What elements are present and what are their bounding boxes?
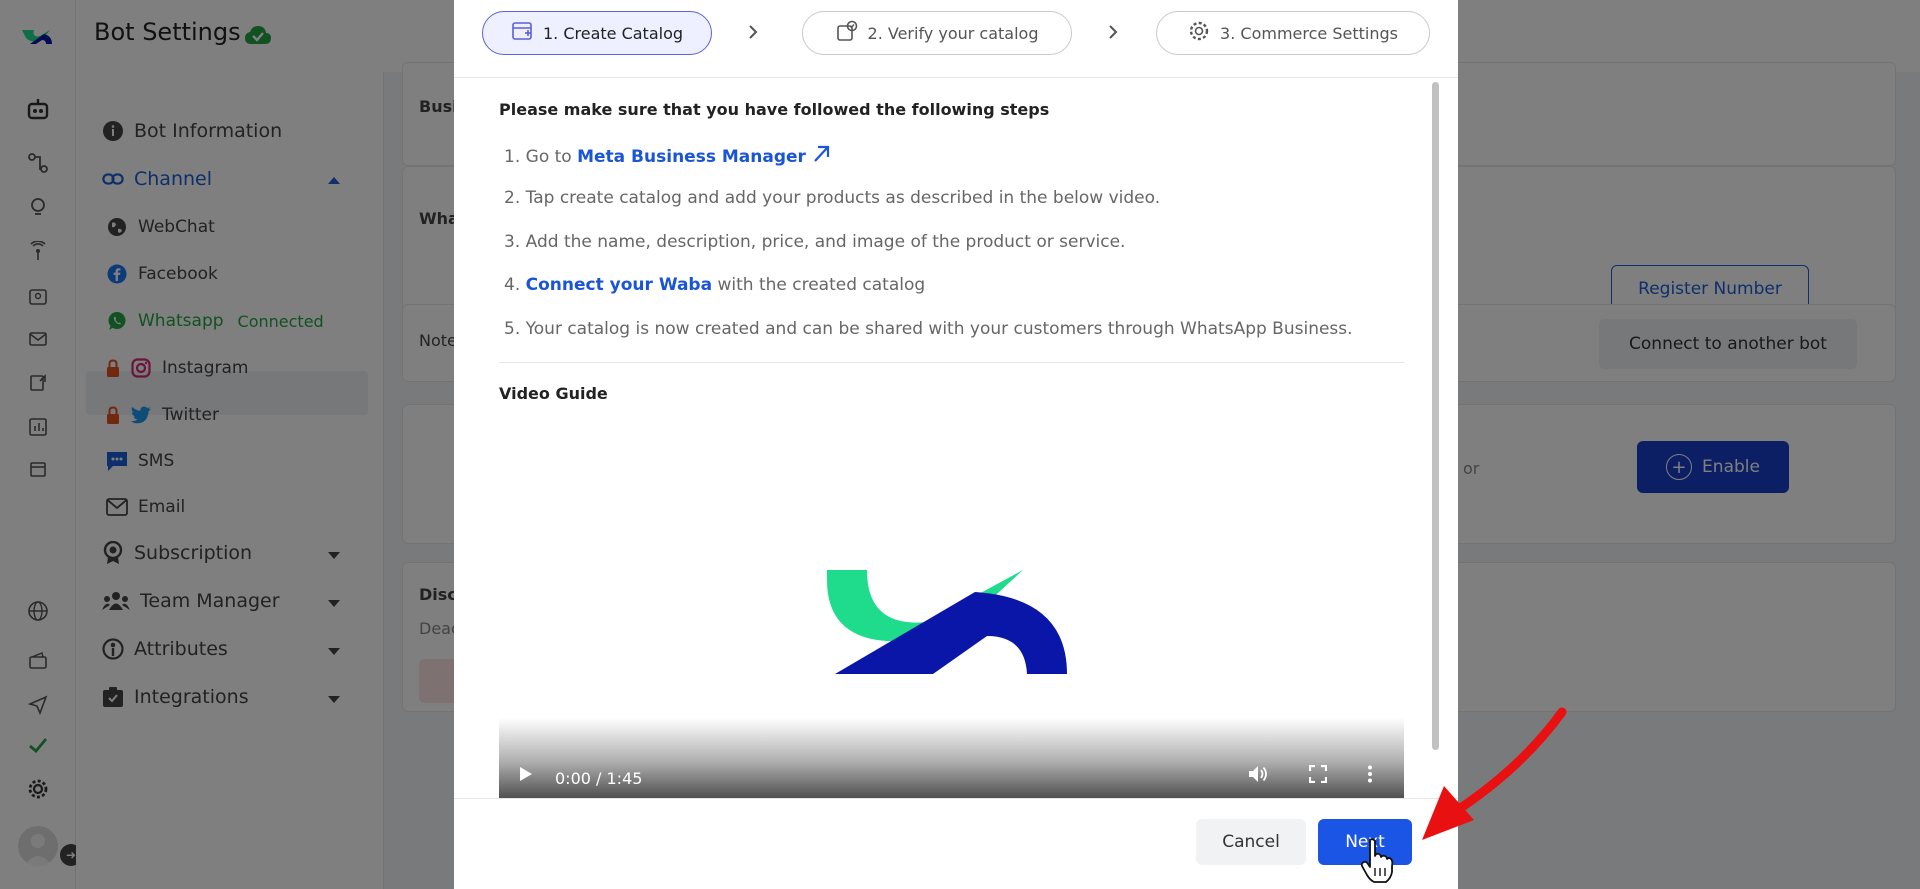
gear-icon	[1188, 20, 1210, 46]
list-number: 4.	[504, 275, 521, 295]
step-label: 3. Commerce Settings	[1220, 23, 1398, 43]
external-link-icon[interactable]	[811, 145, 831, 167]
meta-business-manager-link[interactable]: Meta Business Manager	[577, 147, 806, 167]
list-number: 5.	[504, 319, 521, 339]
cancel-button[interactable]: Cancel	[1196, 819, 1306, 865]
step-label: 2. Verify your catalog	[867, 23, 1039, 43]
step-verify-catalog[interactable]: 2. Verify your catalog	[802, 11, 1072, 55]
video-player[interactable]: 0:00 / 1:45	[499, 426, 1404, 798]
chevron-right-icon	[746, 22, 760, 42]
list-text: Tap create catalog and add your products…	[525, 188, 1161, 208]
video-time: 0:00 / 1:45	[555, 769, 643, 788]
list-item: 5. Your catalog is now created and can b…	[504, 319, 1353, 339]
step-commerce-settings[interactable]: 3. Commerce Settings	[1156, 11, 1430, 55]
catalog-add-icon	[511, 20, 533, 46]
video-controls: 0:00 / 1:45	[499, 718, 1404, 798]
list-item: 1. Go to Meta Business Manager	[504, 144, 831, 167]
list-text: Your catalog is now created and can be s…	[525, 319, 1353, 339]
list-number: 1.	[504, 147, 521, 167]
more-options-icon[interactable]	[1367, 765, 1373, 787]
fullscreen-icon[interactable]	[1308, 764, 1328, 787]
stepper: 1. Create Catalog 2. Verify your catalog…	[454, 0, 1458, 78]
list-number: 3.	[504, 232, 521, 252]
catalog-modal: 1. Create Catalog 2. Verify your catalog…	[454, 0, 1458, 889]
list-item: 3. Add the name, description, price, and…	[504, 232, 1125, 252]
section-divider	[499, 362, 1404, 363]
hand-pointer-icon	[1360, 838, 1394, 883]
list-item: 2. Tap create catalog and add your produ…	[504, 188, 1160, 208]
scrollbar-thumb[interactable]	[1432, 82, 1439, 750]
instructions-heading: Please make sure that you have followed …	[499, 100, 1050, 119]
modal-body[interactable]: Please make sure that you have followed …	[454, 78, 1458, 798]
list-text: with the created catalog	[717, 275, 926, 295]
list-text: Go to	[525, 147, 572, 167]
video-poster-logo-icon	[827, 570, 1067, 674]
step-label: 1. Create Catalog	[542, 23, 684, 43]
volume-icon[interactable]	[1248, 764, 1270, 788]
modal-footer: Cancel Next	[454, 798, 1458, 889]
video-guide-heading: Video Guide	[499, 384, 608, 403]
connect-waba-link[interactable]: Connect your Waba	[526, 275, 712, 295]
list-item: 4. Connect your Waba with the created ca…	[504, 275, 925, 295]
play-icon[interactable]	[519, 766, 533, 786]
tutorial-arrow-icon	[1422, 707, 1567, 840]
step-create-catalog[interactable]: 1. Create Catalog	[482, 11, 712, 55]
list-number: 2.	[504, 188, 521, 208]
catalog-verify-icon	[836, 20, 858, 46]
list-text: Add the name, description, price, and im…	[525, 232, 1126, 252]
chevron-right-icon	[1106, 22, 1120, 42]
